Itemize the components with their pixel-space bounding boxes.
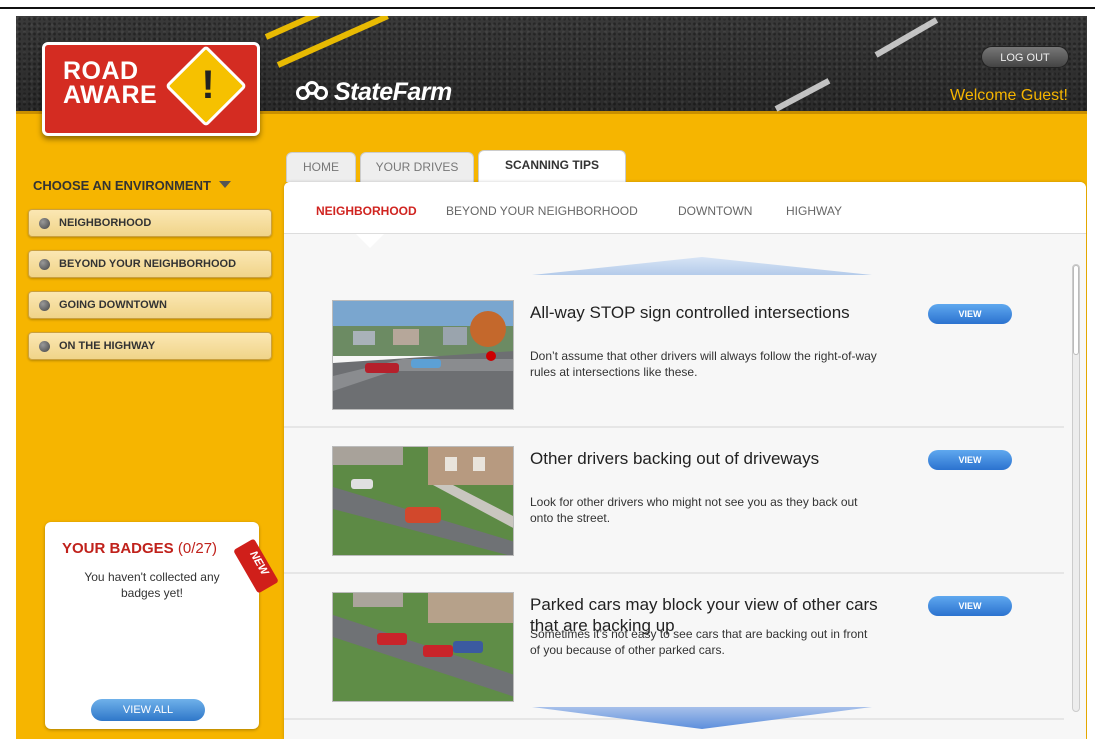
badges-heading: YOUR BADGES: [62, 540, 174, 557]
logout-button[interactable]: LOG OUT: [981, 46, 1069, 68]
tip-title: Other drivers backing out of driveways: [530, 449, 820, 468]
badges-count: (0/27): [177, 540, 218, 557]
tip-card: Parked cars may block your view of other…: [284, 574, 1064, 720]
env-button-downtown[interactable]: GOING DOWNTOWN: [28, 291, 272, 319]
scroll-up-arrow-icon[interactable]: [532, 257, 872, 275]
top-border: [0, 7, 1095, 9]
scrollbar[interactable]: [1072, 264, 1080, 712]
tip-description: Don’t assume that other drivers will alw…: [530, 349, 877, 379]
tab-label: SCANNING TIPS: [504, 158, 599, 172]
view-button[interactable]: VIEW: [928, 450, 1012, 470]
env-label: ON THE HIGHWAY: [59, 340, 156, 352]
env-label: BEYOND YOUR NEIGHBORHOOD: [59, 258, 237, 270]
tip-thumbnail[interactable]: [332, 446, 514, 556]
tip-card: Other drivers backing out of driveways L…: [284, 428, 1064, 574]
env-label: NEIGHBORHOOD: [59, 217, 152, 229]
subnav-downtown[interactable]: DOWNTOWN: [678, 204, 752, 218]
exclamation-icon: !: [201, 63, 215, 107]
env-button-neighborhood[interactable]: NEIGHBORHOOD: [28, 209, 272, 237]
view-all-button[interactable]: VIEW ALL: [91, 699, 205, 721]
brand-name: StateFarm: [334, 78, 452, 106]
badges-message: You haven't collected any badges yet!: [84, 570, 220, 600]
tip-description: Sometimes it’s not easy to see cars that…: [530, 627, 868, 657]
statefarm-logo: StateFarm: [296, 78, 452, 107]
logo-text: ROAD AWARE: [63, 57, 158, 109]
road-stripe-white: [874, 17, 939, 58]
env-label: GOING DOWNTOWN: [59, 299, 167, 311]
app-window: StateFarm LOG OUT Welcome Guest! ROAD AW…: [16, 16, 1087, 739]
tab-label: HOME: [303, 160, 339, 174]
view-button[interactable]: VIEW: [928, 304, 1012, 324]
subnav-neighborhood[interactable]: NEIGHBORHOOD: [316, 204, 417, 218]
scrollbar-thumb[interactable]: [1073, 265, 1079, 355]
tab-scanning-tips[interactable]: SCANNING TIPS: [478, 150, 626, 182]
bullet-icon: [39, 341, 50, 352]
badges-panel: YOUR BADGES (0/27) You haven't collected…: [45, 522, 259, 729]
road-stripe-white: [774, 78, 831, 112]
bullet-icon: [39, 259, 50, 270]
subnav-highway[interactable]: HIGHWAY: [786, 204, 842, 218]
subnav-beyond[interactable]: BEYOND YOUR NEIGHBORHOOD: [446, 204, 638, 218]
tab-home[interactable]: HOME: [286, 152, 356, 182]
main-panel: NEIGHBORHOOD BEYOND YOUR NEIGHBORHOOD DO…: [284, 182, 1086, 739]
view-button[interactable]: VIEW: [928, 596, 1012, 616]
environment-title: CHOOSE AN ENVIRONMENT: [33, 178, 211, 193]
badges-title: YOUR BADGES (0/27): [62, 540, 217, 557]
env-button-beyond[interactable]: BEYOND YOUR NEIGHBORHOOD: [28, 250, 272, 278]
tip-title: All-way STOP sign controlled intersectio…: [530, 303, 850, 322]
subnav-pointer: [356, 234, 384, 248]
logo-line2: AWARE: [63, 81, 158, 109]
caret-down-icon: [218, 181, 231, 188]
page: StateFarm LOG OUT Welcome Guest! ROAD AW…: [0, 0, 1095, 739]
env-button-highway[interactable]: ON THE HIGHWAY: [28, 332, 272, 360]
sub-navigation: NEIGHBORHOOD BEYOND YOUR NEIGHBORHOOD DO…: [284, 182, 1086, 234]
tip-thumbnail[interactable]: [332, 300, 514, 410]
tab-label: YOUR DRIVES: [375, 160, 459, 174]
statefarm-ovals-icon: [296, 81, 332, 103]
tip-thumbnail[interactable]: [332, 592, 514, 702]
new-tag-label: NEW: [247, 549, 271, 578]
tip-description: Look for other drivers who might not see…: [530, 495, 858, 525]
road-aware-logo[interactable]: ROAD AWARE !: [42, 42, 260, 136]
logo-line1: ROAD: [63, 57, 139, 85]
bullet-icon: [39, 218, 50, 229]
bullet-icon: [39, 300, 50, 311]
tab-your-drives[interactable]: YOUR DRIVES: [360, 152, 474, 182]
choose-environment-heading[interactable]: CHOOSE AN ENVIRONMENT: [33, 178, 231, 193]
welcome-text: Welcome Guest!: [950, 87, 1068, 104]
tip-card: All-way STOP sign controlled intersectio…: [284, 282, 1064, 428]
